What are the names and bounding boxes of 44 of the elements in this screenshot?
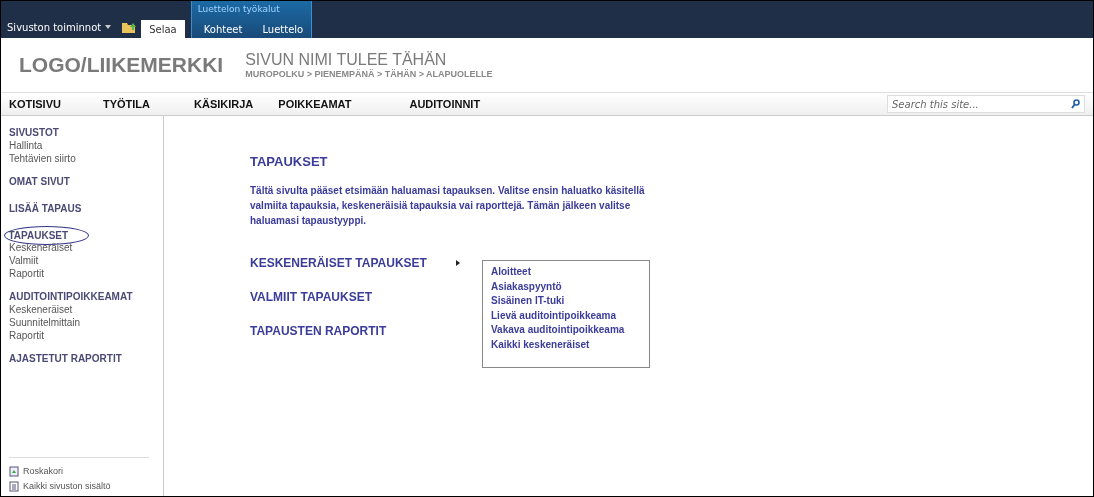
sidebar-link[interactable]: Tehtävien siirto [9, 152, 76, 165]
caret-icon [105, 25, 112, 29]
ribbon-tab[interactable]: Luettelo [254, 20, 312, 38]
intro-text: Tältä sivulta pääset etsimään haluamasi tapauksen. Valitse ensin haluatko käsitellä valmiita tapauksia, keskeneräisiä tapauksia vai raporttejä. Tämän jälkeen valitse haluamasi tapaustyyppi. [250, 184, 646, 228]
sidebar-link[interactable]: Hallinta [9, 139, 43, 152]
sidebar-heading[interactable]: AJASTETUT RAPORTIT [9, 352, 122, 365]
submenu-item[interactable]: Kaikki keskeneräiset [491, 337, 639, 352]
sidebar-footer-link[interactable]: Roskakori [23, 466, 63, 476]
sidebar-heading[interactable]: AUDITOINTIPOIKKEAMAT [9, 290, 133, 303]
sidebar-link[interactable]: Raportit [9, 329, 44, 342]
tool-group-label: Luettelon työkalut [196, 3, 281, 14]
category-link[interactable]: KESKENERÄISET TAPAUKSET [250, 256, 456, 270]
site-actions-menu[interactable]: Sivuston toiminnot [7, 16, 112, 38]
sidebar-link[interactable]: Suunnitelmittain [9, 316, 81, 329]
page-title: SIVUN NIMI TULEE TÄHÄN [245, 51, 448, 69]
submenu-item[interactable]: Vakava auditointipoikkeama [491, 323, 639, 338]
ribbon-tab[interactable]: Selaa [141, 20, 185, 38]
nav-link[interactable]: AUDITOINNIT [409, 98, 481, 110]
folder-up-icon[interactable] [121, 20, 138, 34]
sidebar-link[interactable]: Valmiit [9, 254, 39, 267]
recycle-bin-icon [9, 466, 19, 477]
submenu-item[interactable]: Aloitteet [491, 265, 639, 280]
sidebar-footer-link[interactable]: Kaikki sivuston sisältö [23, 481, 111, 491]
nav-link[interactable]: KOTISIVU [9, 98, 61, 110]
nav-link[interactable]: POIKKEAMAT [278, 98, 352, 110]
sidebar-heading[interactable]: OMAT SIVUT [9, 175, 70, 188]
nav-link[interactable]: KÄSIKIRJA [194, 98, 254, 110]
submenu-item[interactable]: Sisäinen IT-tuki [491, 294, 639, 309]
search-field[interactable]: Search this site... [887, 95, 1085, 113]
submenu-item[interactable]: Lievä auditointipoikkeama [491, 308, 639, 323]
document-icon [9, 481, 19, 492]
search-icon[interactable] [1071, 99, 1080, 109]
sidebar-link[interactable]: Raportit [9, 267, 44, 280]
submenu-item[interactable]: Asiakaspyyntö [491, 279, 639, 294]
sidebar-link[interactable]: Keskeneräiset [9, 303, 73, 316]
content-title: TAPAUKSET [250, 154, 329, 169]
category-link[interactable]: VALMIIT TAPAUKSET [250, 290, 456, 304]
breadcrumb: MUROPOLKU > PIENEMPÄNÄ > TÄHÄN > ALAPUOLELLE [245, 69, 493, 79]
logo-text: LOGO/LIIKEMERKKI [19, 53, 224, 77]
nav-link[interactable]: TYÖTILA [102, 98, 150, 110]
ribbon-tab[interactable]: Kohteet [195, 20, 251, 38]
sidebar-heading[interactable]: LISÄÄ TAPAUS [9, 202, 82, 215]
sidebar-heading[interactable]: SIVUSTOT [9, 126, 59, 139]
category-link[interactable]: TAPAUSTEN RAPORTIT [250, 324, 456, 338]
